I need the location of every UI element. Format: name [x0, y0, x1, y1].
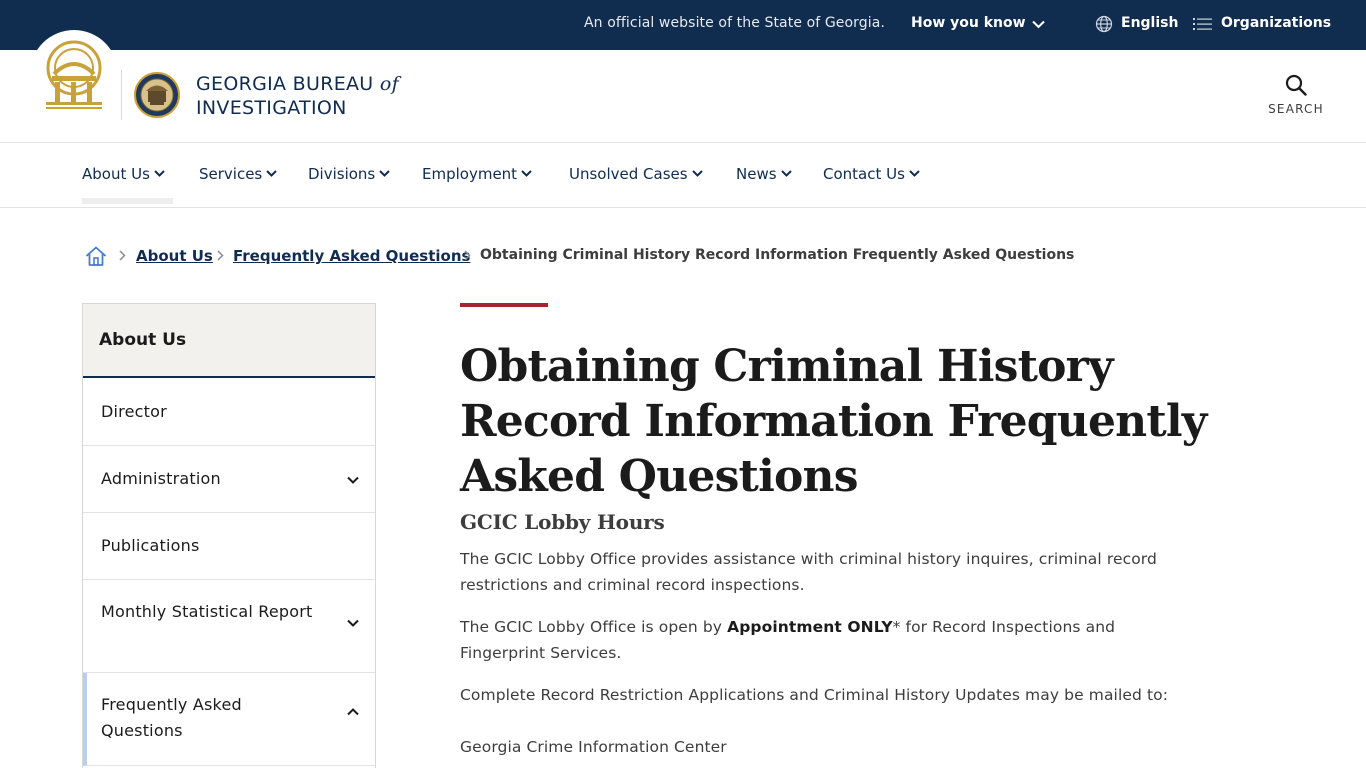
chevron-down-icon — [909, 170, 920, 177]
chevron-right-icon — [217, 250, 224, 261]
sidebar-item-publications[interactable]: Publications — [83, 513, 375, 580]
search-label: SEARCH — [1268, 102, 1324, 116]
sidebar-item-label: Monthly Statistical Report — [101, 602, 313, 621]
list-icon — [1193, 18, 1212, 30]
site-header: GEORGIA BUREAU of INVESTIGATION SEARCH — [0, 30, 1366, 143]
appointment-only-emphasis: Appointment ONLY — [727, 618, 893, 636]
paragraph-lobby-description: The GCIC Lobby Office provides assistanc… — [460, 550, 1157, 594]
sidebar-item-label: Frequently Asked Questions — [101, 695, 242, 740]
chevron-down-icon — [780, 170, 792, 177]
search-icon — [1285, 74, 1307, 96]
text-segment: The GCIC Lobby Office is open by — [460, 618, 723, 636]
chevron-right-icon — [464, 250, 471, 261]
nav-item-label: Unsolved Cases — [569, 165, 688, 183]
main-navigation: About Us Services Divisions Employment U… — [0, 143, 1366, 208]
chevron-right-icon — [119, 250, 126, 261]
nav-item-label: Services — [199, 165, 263, 183]
agency-name[interactable]: GEORGIA BUREAU of INVESTIGATION — [196, 72, 399, 120]
nav-item-label: Contact Us — [823, 165, 905, 183]
sidebar-item-label: Director — [101, 402, 167, 421]
nav-item-label: About Us — [82, 165, 150, 183]
nav-item-label: News — [736, 165, 777, 183]
chevron-down-icon[interactable] — [347, 619, 359, 627]
nav-item-label: Employment — [422, 165, 518, 183]
chevron-down-icon — [691, 170, 703, 177]
breadcrumb-faq[interactable]: Frequently Asked Questions — [233, 247, 470, 265]
breadcrumb-about-us[interactable]: About Us — [136, 247, 213, 265]
sidebar-header[interactable]: About Us — [83, 304, 375, 378]
chevron-up-icon[interactable] — [347, 708, 359, 716]
nav-item-services[interactable]: Services — [199, 165, 277, 183]
address-line-1: Georgia Crime Information Center — [460, 738, 727, 756]
sidebar-item-label: Publications — [101, 536, 200, 555]
language-label: English — [1121, 15, 1179, 31]
chevron-down-icon — [1032, 20, 1045, 29]
breadcrumb-current: Obtaining Criminal History Record Inform… — [480, 247, 1075, 263]
globe-icon — [1095, 15, 1113, 33]
nav-item-contact-us[interactable]: Contact Us — [823, 165, 920, 183]
section-heading-lobby-hours: GCIC Lobby Hours — [460, 510, 665, 534]
chevron-down-icon — [521, 170, 532, 177]
paragraph-appointment-only: The GCIC Lobby Office is open by Appoint… — [460, 614, 1200, 666]
home-icon[interactable] — [84, 245, 108, 267]
section-sidebar: About Us Director Administration Publica… — [82, 303, 376, 768]
organizations-label: Organizations — [1221, 15, 1332, 31]
sidebar-item-director[interactable]: Director — [83, 378, 375, 446]
page-title: Obtaining Criminal History Record Inform… — [460, 341, 1207, 502]
nav-item-divisions[interactable]: Divisions — [308, 165, 390, 183]
nav-item-employment[interactable]: Employment — [422, 165, 532, 183]
georgia-state-seal-icon[interactable] — [40, 40, 108, 116]
agency-name-line2: INVESTIGATION — [196, 97, 347, 119]
agency-name-line1: GEORGIA BUREAU — [196, 73, 374, 95]
how-you-know-label: How you know — [911, 15, 1026, 31]
sidebar-item-administration[interactable]: Administration — [83, 446, 375, 513]
sidebar-item-label: Administration — [101, 469, 221, 488]
official-banner: An official website of the State of Geor… — [0, 0, 1366, 50]
agency-name-of: of — [379, 73, 399, 95]
official-website-text: An official website of the State of Geor… — [584, 15, 885, 31]
nav-item-about-us[interactable]: About Us — [82, 165, 165, 183]
sidebar-title: About Us — [99, 330, 187, 350]
sidebar-item-frequently-asked-questions[interactable]: Frequently Asked Questions — [83, 673, 375, 766]
gbi-seal-icon[interactable] — [134, 70, 180, 120]
chevron-down-icon — [154, 170, 165, 177]
chevron-down-icon — [266, 170, 277, 177]
sidebar-item-monthly-statistical-report[interactable]: Monthly Statistical Report — [83, 580, 375, 673]
search-button[interactable]: SEARCH — [1258, 74, 1334, 122]
title-accent-bar — [460, 303, 548, 307]
header-divider — [121, 70, 122, 120]
paragraph-mail-instructions: Complete Record Restriction Applications… — [460, 686, 1169, 704]
nav-item-label: Divisions — [308, 165, 376, 183]
chevron-down-icon — [379, 170, 390, 177]
nav-active-indicator — [82, 198, 173, 204]
chevron-down-icon[interactable] — [347, 476, 359, 484]
how-you-know-button[interactable]: How you know — [911, 15, 1045, 31]
nav-item-news[interactable]: News — [736, 165, 792, 183]
nav-item-unsolved-cases[interactable]: Unsolved Cases — [569, 165, 703, 183]
